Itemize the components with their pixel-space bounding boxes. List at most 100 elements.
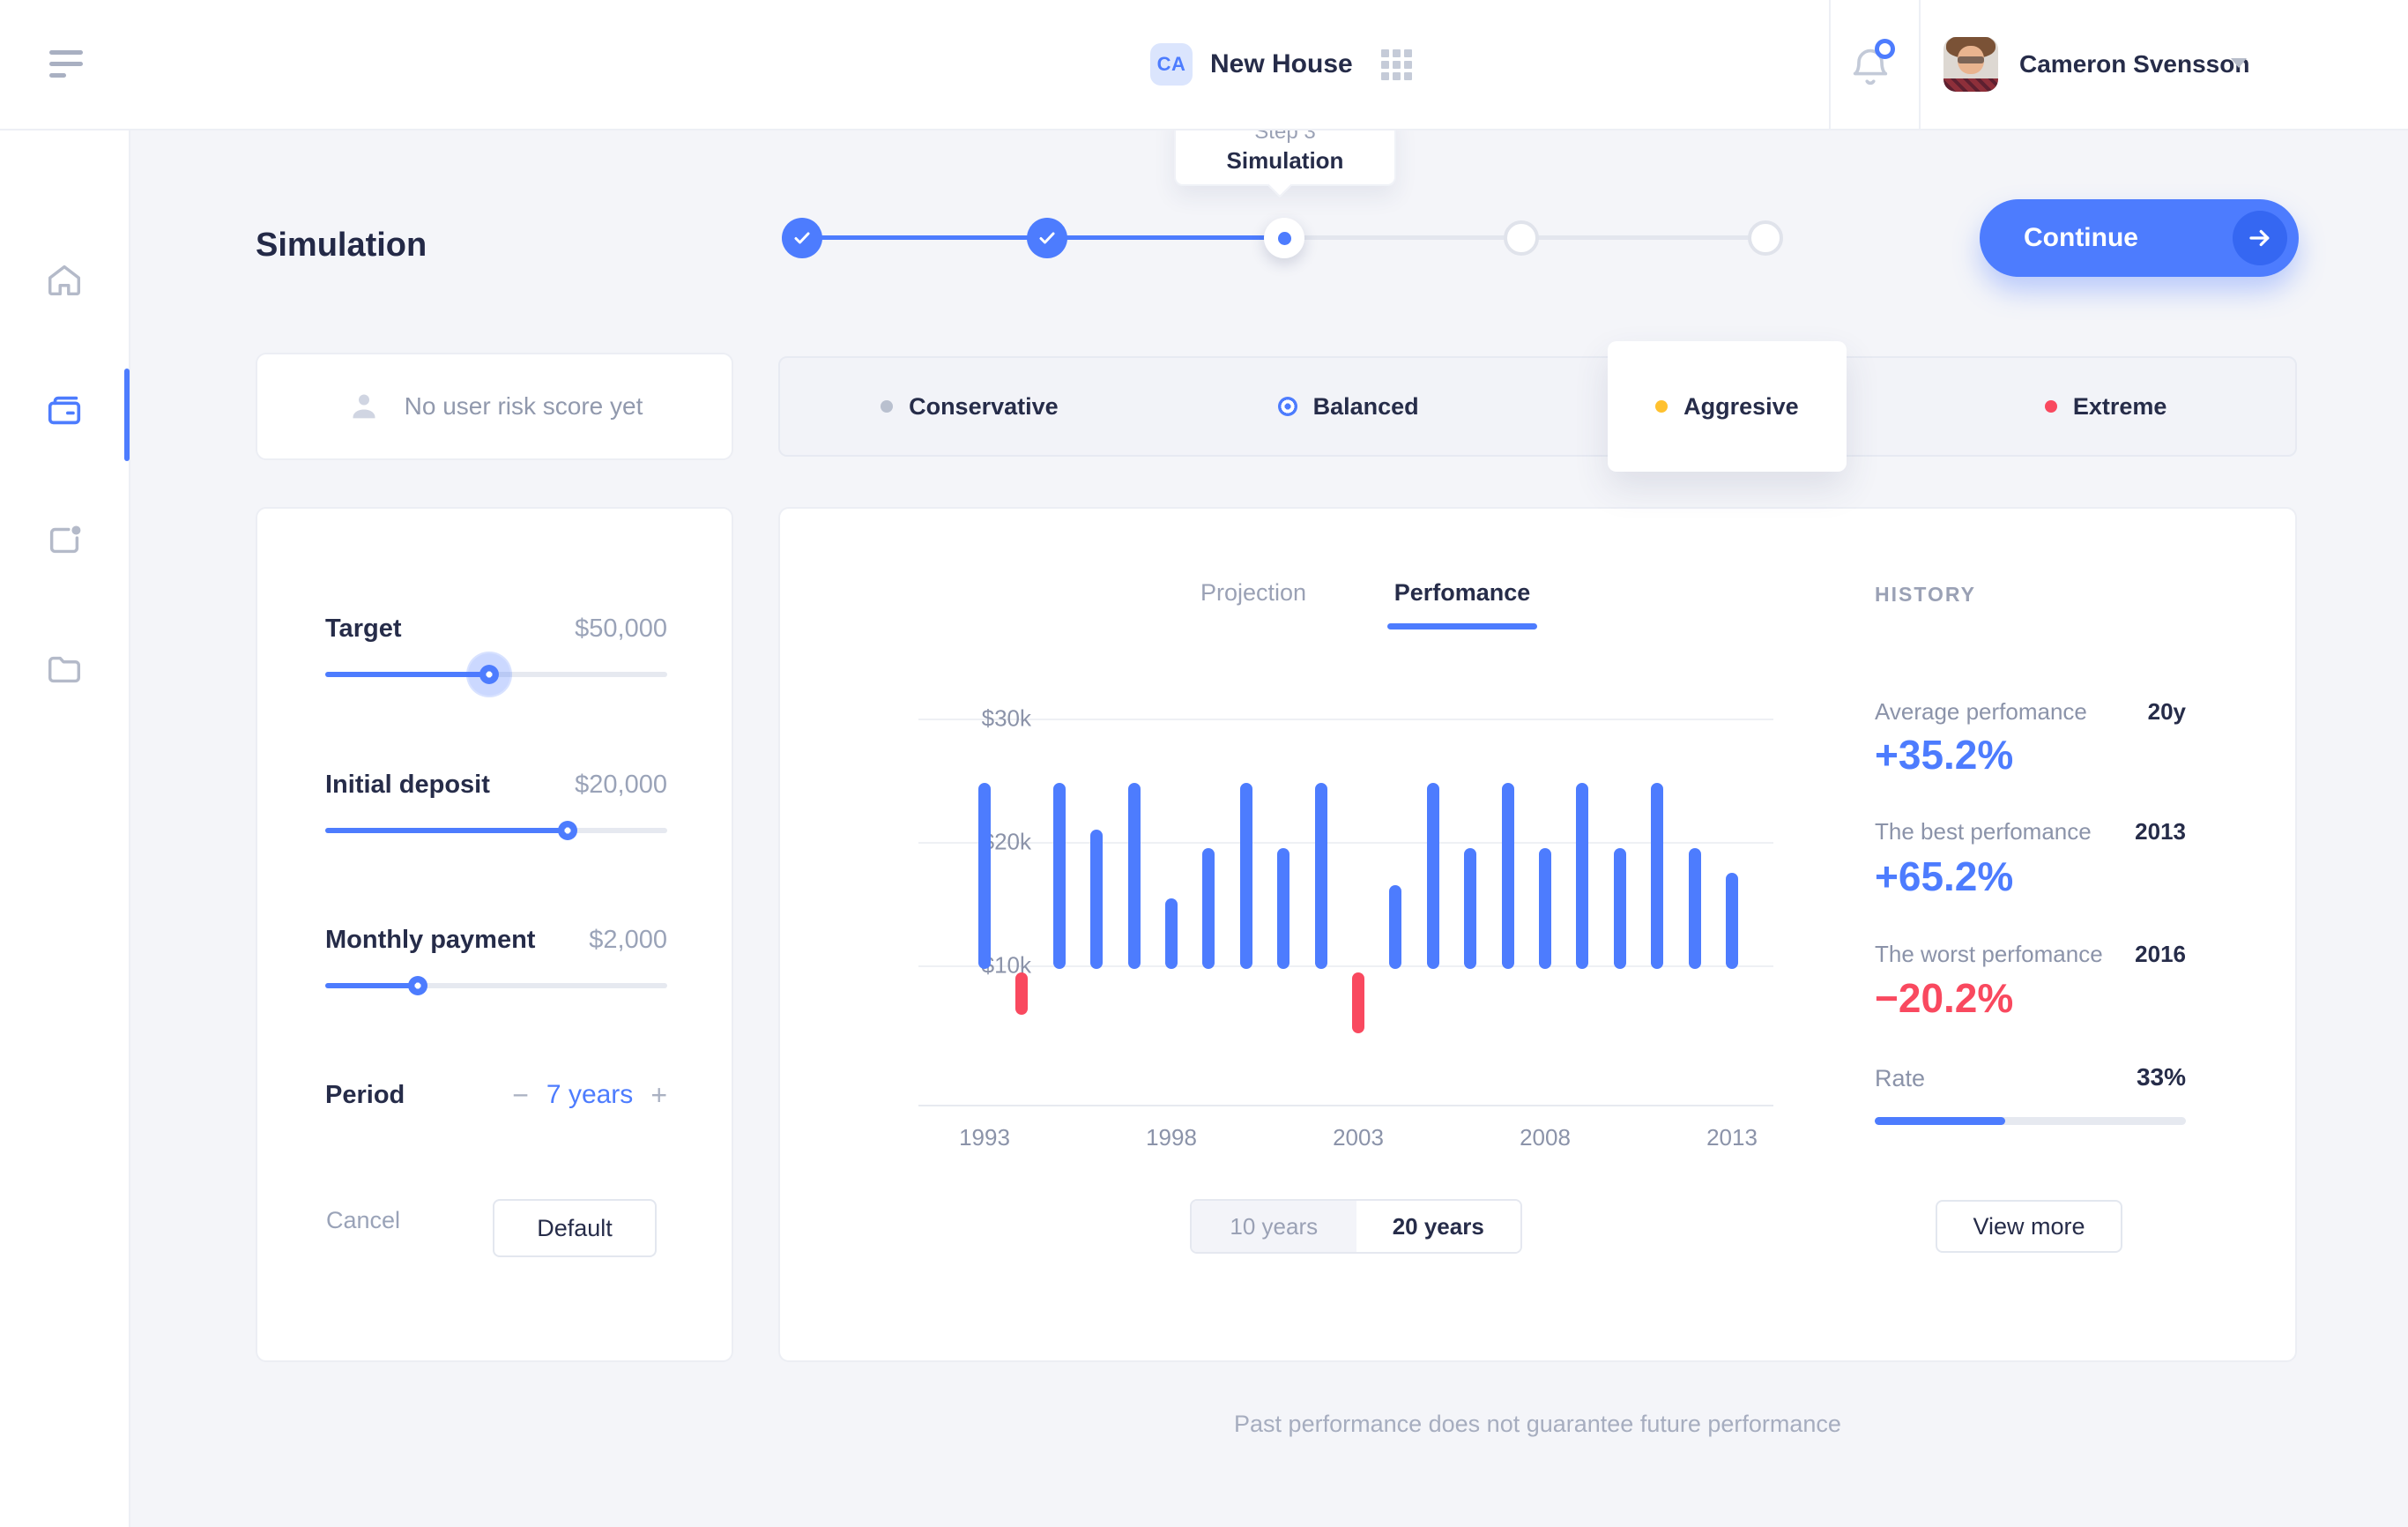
default-button[interactable]: Default [493, 1199, 657, 1257]
rate-progress-bar[interactable] [1875, 1117, 2186, 1125]
continue-button-label: Continue [2024, 199, 2138, 277]
check-icon [1037, 227, 1058, 249]
risk-profile-selector: Conservative BalancedAggresiveExtreme [778, 356, 2297, 457]
history-row-meta: 2013 [2135, 818, 2186, 845]
slider-thumb[interactable] [479, 665, 499, 684]
slider-track[interactable] [325, 672, 667, 677]
disclaimer-text: Past performance does not guarantee futu… [778, 1411, 2297, 1438]
bar-2004[interactable] [1389, 885, 1401, 969]
project-header: CA New House [1150, 42, 1412, 86]
bar-2012[interactable] [1689, 848, 1701, 969]
step-1-done[interactable] [782, 218, 822, 258]
user-avatar[interactable] [1943, 37, 1998, 92]
active-tab-underline [1387, 623, 1537, 629]
risk-option-label: Conservative [909, 393, 1059, 421]
slider-header: Initial deposit$20,000 [325, 771, 667, 800]
header-divider [1829, 0, 1831, 129]
sidebar-item-wallet[interactable] [44, 390, 85, 430]
bar-2011[interactable] [1651, 783, 1663, 969]
bar-2010[interactable] [1614, 848, 1626, 969]
bar-1999[interactable] [1202, 848, 1215, 969]
projects-icon [44, 519, 85, 560]
risk-score-card: No user risk score yet [256, 353, 733, 460]
range-20-years[interactable]: 20 years [1356, 1201, 1521, 1252]
check-icon [792, 227, 813, 249]
step-5-todo[interactable] [1748, 220, 1783, 256]
period-row: Period − 7 years + [325, 1080, 667, 1110]
x-axis-label: 1998 [1146, 1124, 1197, 1151]
chevron-down-icon[interactable] [2231, 58, 2247, 68]
step-4-todo[interactable] [1504, 220, 1539, 256]
bar-2008[interactable] [1539, 848, 1551, 969]
user-name[interactable]: Cameron Svensson [2019, 0, 2249, 129]
period-minus-button[interactable]: − [512, 1081, 529, 1109]
risk-option-raised-card[interactable]: Aggresive [1608, 341, 1847, 472]
home-icon [44, 260, 85, 301]
risk-option-aggresive[interactable]: Aggresive [1538, 358, 1917, 455]
period-plus-button[interactable]: + [650, 1081, 667, 1109]
project-badge[interactable]: CA [1150, 43, 1193, 86]
slider-header: Monthly payment$2,000 [325, 926, 667, 955]
bar-1997[interactable] [1128, 783, 1141, 969]
bar-1995[interactable] [1053, 783, 1066, 969]
rate-value: 33% [2137, 1063, 2186, 1091]
history-row-value: +65.2% [1875, 853, 2013, 900]
history-row-meta: 20y [2148, 698, 2186, 726]
risk-empty-message: No user risk score yet [405, 392, 643, 421]
period-label: Period [325, 1081, 405, 1110]
tooltip-step-label: Simulation [1227, 147, 1344, 175]
arrow-right-icon [2233, 211, 2287, 265]
continue-button[interactable]: Continue [1980, 199, 2299, 277]
gridline-$10k [918, 965, 1773, 967]
bar-1996[interactable] [1090, 830, 1103, 969]
cancel-button[interactable]: Cancel [326, 1207, 400, 1234]
bar-2007[interactable] [1502, 783, 1514, 969]
history-title: HISTORY [1875, 583, 1976, 607]
hamburger-menu-icon[interactable] [49, 50, 85, 78]
slider-value: $50,000 [575, 615, 667, 644]
slider-track[interactable] [325, 828, 667, 833]
page-title: Simulation [256, 227, 427, 264]
tab-perfomance[interactable]: Perfomance [1394, 579, 1531, 607]
slider-header: Target $50,000 [325, 615, 667, 644]
step-2-done[interactable] [1027, 218, 1067, 258]
view-more-button[interactable]: View more [1936, 1200, 2122, 1253]
bar-2013[interactable] [1726, 873, 1738, 969]
risk-dot-icon [881, 400, 893, 413]
bar-2005[interactable] [1427, 783, 1439, 969]
slider-label: Target [325, 615, 401, 644]
tab-projection[interactable]: Projection [1200, 579, 1306, 607]
sidebar-item-home[interactable] [44, 260, 85, 301]
risk-option-extreme[interactable]: Extreme [1916, 358, 2295, 455]
slider-fill [325, 983, 418, 988]
notifications-bell-icon[interactable] [1847, 44, 1893, 90]
bar-2001[interactable] [1277, 848, 1289, 969]
project-title: New House [1210, 49, 1353, 79]
slider-track[interactable] [325, 983, 667, 988]
slider-target: Target $50,000 [325, 615, 667, 677]
bar-2002[interactable] [1315, 783, 1327, 969]
x-axis-label: 2013 [1706, 1124, 1758, 1151]
bar-2006[interactable] [1464, 848, 1476, 969]
range-10-years[interactable]: 10 years [1192, 1201, 1356, 1252]
person-icon [346, 389, 382, 424]
bar-2009[interactable] [1576, 783, 1588, 969]
header-divider [1919, 0, 1921, 129]
range-toggle: 10 years20 years [1190, 1199, 1522, 1254]
risk-option-conservative[interactable]: Conservative [780, 358, 1159, 455]
simulation-dashboard: CA New House Cameron Svensson [0, 0, 2408, 1527]
bar-1993[interactable] [978, 783, 991, 969]
risk-option-balanced[interactable]: Balanced [1159, 358, 1538, 455]
gridline-$30k [918, 719, 1773, 720]
bar-2000[interactable] [1240, 783, 1252, 969]
sidebar-item-folder[interactable] [44, 649, 85, 689]
apps-grid-icon[interactable] [1381, 49, 1412, 80]
bar-2003[interactable] [1352, 972, 1364, 1033]
period-value[interactable]: 7 years [546, 1080, 633, 1110]
slider-thumb[interactable] [558, 821, 577, 840]
bar-1994[interactable] [1015, 972, 1028, 1015]
step-3-current[interactable] [1264, 218, 1304, 258]
bar-1998[interactable] [1165, 898, 1178, 969]
sidebar-item-projects[interactable] [44, 519, 85, 560]
slider-thumb[interactable] [408, 976, 427, 995]
